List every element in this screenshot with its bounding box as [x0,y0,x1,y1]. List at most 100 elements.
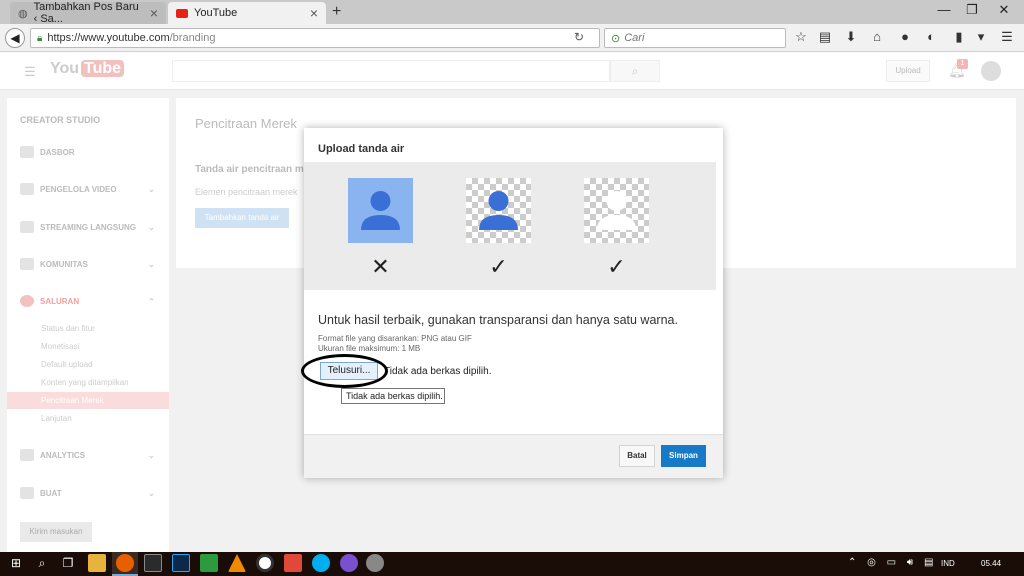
close-tab-icon[interactable]: × [310,5,318,21]
example-opaque-thumbnail [348,178,413,243]
windows-start-icon[interactable]: ⊞ [6,556,26,570]
example-transparent-thumbnail [466,178,531,243]
tab-wordpress[interactable]: ◍ Tambahkan Pos Baru ‹ Sa... × [10,1,166,25]
live-icon [20,221,34,233]
notification-badge: 1 [957,59,968,69]
wordpress-icon: ◍ [18,7,28,20]
firefox-icon [116,554,134,572]
person-icon [479,191,518,230]
no-file-label: Tidak ada berkas dipilih. [384,366,492,377]
send-feedback-button[interactable]: Kirim masukan [20,522,92,542]
tooltip: Tidak ada berkas dipilih. [341,388,445,404]
check-icon: ✓ [607,254,626,279]
sidebar-item-community[interactable]: KOMUNITAS ⌄ [20,258,160,270]
sidebar-subitem-monetization[interactable]: Monetisasi [41,342,79,351]
dashboard-icon [20,146,34,158]
size-info: Ukuran file maksimum: 1 MB [318,344,421,353]
new-tab-button[interactable]: + [332,3,341,21]
close-tab-icon[interactable]: × [150,5,158,21]
check-icon: ✓ [489,254,508,279]
sidebar-item-video-manager[interactable]: PENGELOLA VIDEO ⌄ [20,183,160,195]
sidebar-item-live-streaming[interactable]: STREAMING LANGSUNG ⌄ [20,221,160,233]
sidebar-subitem-status[interactable]: Status dan fitur [41,324,95,333]
clock[interactable]: 05.44 [981,559,1001,568]
app-icon[interactable] [366,554,384,572]
store-icon[interactable] [144,554,162,572]
watermark-section-title: Tanda air pencitraan m [195,164,304,175]
tab-title: YouTube [194,7,238,19]
search-input[interactable]: ⊙ Cari [604,28,786,48]
reload-icon[interactable]: ↻ [574,30,584,44]
arrow-left-icon: ◀ [10,31,20,45]
sidebar-item-label: STREAMING LANGSUNG [40,222,136,232]
home-icon[interactable]: ⌂ [868,29,886,44]
download-icon[interactable]: ⬇ [842,29,860,45]
chevron-down-icon: ⌄ [148,259,155,269]
avatar[interactable] [981,61,1001,81]
dialog-hint: Untuk hasil terbaik, gunakan transparans… [318,313,678,327]
browse-file-button[interactable]: Telusuri... [320,362,378,380]
person-icon [597,191,636,230]
search-icon[interactable]: ⌕ [32,556,52,571]
sidebar-subitem-upload-defaults[interactable]: Default upload [41,360,93,369]
sidebar-item-dasbor[interactable]: DASBOR [20,146,75,158]
example-white-thumbnail [584,178,649,243]
analytics-icon [20,449,34,461]
extension-icon[interactable]: ◐ [922,29,940,44]
chevron-down-icon: ⌄ [148,450,155,460]
file-explorer-icon[interactable] [88,554,106,572]
minimize-button[interactable]: — [930,2,958,17]
cross-icon: ✕ [371,254,390,279]
task-view-icon[interactable]: ❐ [58,556,78,570]
add-watermark-button[interactable]: Tambahkan tanda air [195,208,289,228]
media-icon[interactable] [256,554,274,572]
restore-button[interactable]: ❐ [958,2,986,18]
itunes-icon[interactable] [340,554,358,572]
search-placeholder: Cari [624,32,645,44]
youtube-search-button[interactable]: ⌕ [610,60,660,82]
bookmark-star-icon[interactable]: ☆ [792,29,810,45]
sidebar-subitem-featured-content[interactable]: Konten yang ditampilkan [41,378,129,387]
menu-icon[interactable]: ☰ [998,29,1016,45]
logo-tube: Tube [81,60,125,77]
sidebar-subitem-advanced[interactable]: Lanjutan [41,414,72,423]
tab-youtube[interactable]: YouTube × [168,2,326,24]
youtube-logo[interactable]: You Tube [50,60,125,78]
sidebar-item-label: DASBOR [40,147,75,157]
sidebar-item-create[interactable]: BUAT ⌄ [20,487,160,499]
dropdown-icon[interactable]: ▾ [972,29,990,45]
sidebar-header: CREATOR STUDIO [20,115,101,125]
address-bar[interactable]: 🔒︎ https://www.youtube.com/branding [30,28,600,48]
cancel-button[interactable]: Batal [619,445,655,467]
chevron-up-icon: ⌃ [148,296,155,306]
sidebar-subitem-branding[interactable]: Pencitraan Merek [41,396,104,405]
youtube-search-input[interactable] [172,60,610,82]
sidebar-item-label: BUAT [40,488,62,498]
youtube-icon [176,8,188,18]
upload-button[interactable]: Upload [886,60,930,82]
system-tray-icons[interactable]: ⌃ ◎ ▭ 🔊︎ ▤ [848,557,937,568]
spreadsheet-icon[interactable] [200,554,218,572]
sidebar-item-label: ANALYTICS [40,450,86,460]
sidebar-item-analytics[interactable]: ANALYTICS ⌄ [20,449,160,461]
chevron-down-icon: ⌄ [148,488,155,498]
watermark-section-text: Elemen pencitraan merek [195,187,298,197]
clipboard-icon[interactable]: ▮ [950,29,968,45]
channel-icon [20,295,34,307]
sidebar-item-label: PENGELOLA VIDEO [40,184,117,194]
close-window-button[interactable]: ✕ [990,2,1018,18]
hamburger-icon[interactable]: ☰ [24,64,36,80]
back-button[interactable]: ◀ [5,28,25,48]
photoshop-icon[interactable] [172,554,190,572]
save-button[interactable]: Simpan [661,445,706,467]
app-icon[interactable] [284,554,302,572]
language-indicator[interactable]: IND [941,559,955,568]
sidebar-item-label: SALURAN [40,296,80,306]
chat-icon[interactable]: ● [896,29,914,44]
sidebar-item-channel[interactable]: SALURAN ⌃ [20,295,160,307]
search-icon: ⌕ [631,64,639,78]
reading-list-icon[interactable]: ▤ [816,29,834,45]
skype-icon[interactable] [312,554,330,572]
chevron-down-icon: ⌄ [148,222,155,232]
chevron-down-icon: ⌄ [148,184,155,194]
